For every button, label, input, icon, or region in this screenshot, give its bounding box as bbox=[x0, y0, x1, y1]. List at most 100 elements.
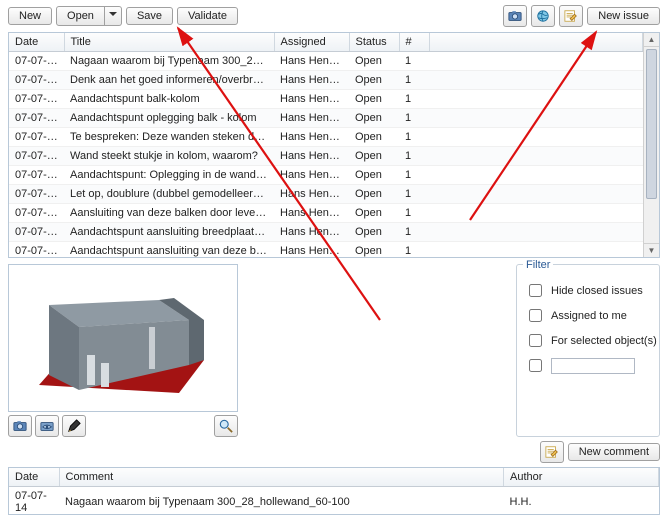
pencil-icon bbox=[67, 419, 81, 433]
cell-title: Aandachtspunt: Oplegging in de wand. Gee… bbox=[64, 166, 274, 185]
globe-button[interactable] bbox=[531, 5, 555, 27]
col-header-assigned[interactable]: Assigned bbox=[274, 33, 349, 52]
cell-num: 1 bbox=[399, 185, 429, 204]
cell-num: 1 bbox=[399, 71, 429, 90]
table-row[interactable]: 07-07-14Let op, doublure (dubbel gemodel… bbox=[9, 185, 643, 204]
preview-edit-button[interactable] bbox=[62, 415, 86, 437]
cell-date: 07-07-14 bbox=[9, 204, 64, 223]
comments-table[interactable]: Date Comment Author 07-07-14Nagaan waaro… bbox=[9, 468, 659, 515]
cell-assigned: Hans Hendr... bbox=[274, 204, 349, 223]
issues-scrollbar[interactable]: ▲ ▼ bbox=[643, 33, 659, 257]
cell-num: 1 bbox=[399, 204, 429, 223]
filter-text-input[interactable] bbox=[551, 358, 635, 374]
cell-assigned: Hans Hendr... bbox=[274, 242, 349, 259]
cell-status: Open bbox=[349, 223, 399, 242]
new-button[interactable]: New bbox=[8, 7, 52, 25]
cell-assigned: Hans Hendr... bbox=[274, 128, 349, 147]
table-row[interactable]: 07-07-14Denk aan het goed informeren/ove… bbox=[9, 71, 643, 90]
col-header-comment-author[interactable]: Author bbox=[504, 468, 659, 487]
save-button[interactable]: Save bbox=[126, 7, 173, 25]
filter-panel: Filter Hide closed issues Assigned to me… bbox=[516, 264, 660, 437]
cell-assigned: Hans Hendr... bbox=[274, 185, 349, 204]
table-row[interactable]: 07-07-14Nagaan waarom bij Typenaam 300_2… bbox=[9, 487, 659, 516]
comments-table-wrap: Date Comment Author 07-07-14Nagaan waaro… bbox=[8, 467, 660, 515]
camera-icon bbox=[508, 9, 522, 23]
col-header-date[interactable]: Date bbox=[9, 33, 64, 52]
cell-num: 1 bbox=[399, 242, 429, 259]
cell-status: Open bbox=[349, 52, 399, 71]
new-comment-button[interactable]: New comment bbox=[568, 443, 660, 461]
table-row[interactable]: 07-07-14Aandachtspunt aansluiting breedp… bbox=[9, 223, 643, 242]
comment-toolbar: New comment bbox=[0, 439, 668, 465]
cell-title: Wand steekt stukje in kolom, waarom? bbox=[64, 147, 274, 166]
preview-toolbar bbox=[8, 415, 238, 437]
cell-status: Open bbox=[349, 166, 399, 185]
pencil-note-icon bbox=[564, 9, 578, 23]
cell-title: Aansluiting van deze balken door leveran… bbox=[64, 204, 274, 223]
preview-camera-view-button[interactable] bbox=[35, 415, 59, 437]
cell-num: 1 bbox=[399, 90, 429, 109]
cell-status: Open bbox=[349, 128, 399, 147]
col-header-spacer bbox=[429, 33, 643, 52]
issues-table[interactable]: Date Title Assigned Status # 07-07-14Nag… bbox=[9, 33, 643, 258]
col-header-title[interactable]: Title bbox=[64, 33, 274, 52]
preview-zoom-button[interactable] bbox=[214, 415, 238, 437]
col-header-comment-text[interactable]: Comment bbox=[59, 468, 504, 487]
validate-button[interactable]: Validate bbox=[177, 7, 238, 25]
cell-assigned: Hans Hendr... bbox=[274, 52, 349, 71]
filter-assigned-to-me-checkbox[interactable] bbox=[529, 309, 542, 322]
cell-title: Denk aan het goed informeren/overbrengen… bbox=[64, 71, 274, 90]
issues-table-wrap: Date Title Assigned Status # 07-07-14Nag… bbox=[8, 32, 660, 258]
filter-text-checkbox[interactable] bbox=[529, 359, 542, 372]
scroll-thumb[interactable] bbox=[646, 49, 657, 199]
cell-date: 07-07-14 bbox=[9, 147, 64, 166]
table-row[interactable]: 07-07-14Wand steekt stukje in kolom, waa… bbox=[9, 147, 643, 166]
cell-assigned: Hans Hendr... bbox=[274, 90, 349, 109]
magnifier-icon bbox=[219, 419, 233, 433]
open-button[interactable]: Open bbox=[56, 6, 105, 26]
cell-date: 07-07-14 bbox=[9, 52, 64, 71]
cell-date: 07-07-14 bbox=[9, 166, 64, 185]
cell-num: 1 bbox=[399, 52, 429, 71]
cell-assigned: Hans Hendr... bbox=[274, 147, 349, 166]
cell-title: Nagaan waarom bij Typenaam 300_28_holle.… bbox=[64, 52, 274, 71]
table-row[interactable]: 07-07-14Aandachtspunt: Oplegging in de w… bbox=[9, 166, 643, 185]
cell-author: H.H. bbox=[504, 487, 659, 516]
issue-preview-image[interactable] bbox=[8, 264, 238, 412]
table-row[interactable]: 07-07-14Aansluiting van deze balken door… bbox=[9, 204, 643, 223]
scroll-down-arrow-icon[interactable]: ▼ bbox=[644, 243, 659, 257]
col-header-comment-date[interactable]: Date bbox=[9, 468, 59, 487]
pencil-note-icon bbox=[545, 445, 559, 459]
cell-num: 1 bbox=[399, 128, 429, 147]
camera-eye-icon bbox=[40, 419, 54, 433]
cell-date: 07-07-14 bbox=[9, 223, 64, 242]
table-row[interactable]: 07-07-14Aandachtspunt oplegging balk - k… bbox=[9, 109, 643, 128]
new-issue-button[interactable]: New issue bbox=[587, 7, 660, 25]
col-header-num[interactable]: # bbox=[399, 33, 429, 52]
table-row[interactable]: 07-07-14Aandachtspunt balk-kolomHans Hen… bbox=[9, 90, 643, 109]
cell-assigned: Hans Hendr... bbox=[274, 223, 349, 242]
filter-hide-closed-checkbox[interactable] bbox=[529, 284, 542, 297]
scroll-up-arrow-icon[interactable]: ▲ bbox=[644, 33, 659, 47]
cell-date: 07-07-14 bbox=[9, 90, 64, 109]
col-header-status[interactable]: Status bbox=[349, 33, 399, 52]
cell-date: 07-07-14 bbox=[9, 109, 64, 128]
cell-title: Let op, doublure (dubbel gemodelleerde) … bbox=[64, 185, 274, 204]
mid-row: Filter Hide closed issues Assigned to me… bbox=[8, 264, 660, 437]
cell-date: 07-07-14 bbox=[9, 71, 64, 90]
table-row[interactable]: 07-07-14Aandachtspunt aansluiting van de… bbox=[9, 242, 643, 259]
cell-title: Aandachtspunt aansluiting breedplaat-kan… bbox=[64, 223, 274, 242]
cell-num: 1 bbox=[399, 166, 429, 185]
preview-camera-button[interactable] bbox=[8, 415, 32, 437]
cell-date: 07-07-14 bbox=[9, 128, 64, 147]
table-row[interactable]: 07-07-14Te bespreken: Deze wanden steken… bbox=[9, 128, 643, 147]
cell-date: 07-07-14 bbox=[9, 185, 64, 204]
cell-status: Open bbox=[349, 242, 399, 259]
comment-edit-button[interactable] bbox=[540, 441, 564, 463]
cell-assigned: Hans Hendr... bbox=[274, 166, 349, 185]
table-row[interactable]: 07-07-14Nagaan waarom bij Typenaam 300_2… bbox=[9, 52, 643, 71]
open-dropdown-button[interactable] bbox=[105, 6, 122, 26]
camera-button[interactable] bbox=[503, 5, 527, 27]
edit-button[interactable] bbox=[559, 5, 583, 27]
filter-for-selected-checkbox[interactable] bbox=[529, 334, 542, 347]
